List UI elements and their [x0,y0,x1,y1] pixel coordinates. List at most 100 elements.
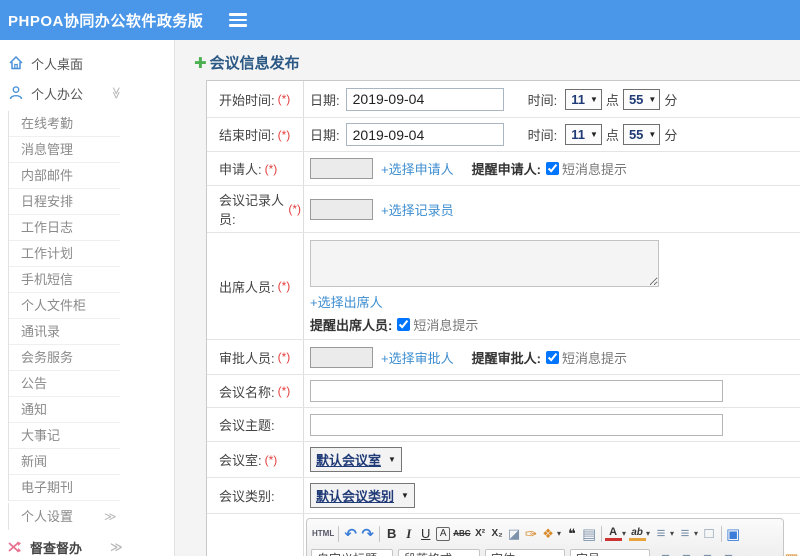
approver-sms-checkbox[interactable] [545,350,559,364]
caret-down-icon: ▼ [590,130,598,139]
date-label: 日期: [310,128,340,143]
sidebar-office-item[interactable]: 内部邮件 [9,163,120,189]
sidebar-office-item[interactable]: 电子期刊 [9,475,120,501]
align-justify-icon[interactable]: ≡ [720,549,737,556]
field-label: 出席人员: [219,279,275,295]
sidebar-office-item[interactable]: 公告 [9,371,120,397]
fullscreen-icon[interactable]: ▣ [725,524,742,544]
meeting-subject-input[interactable] [310,413,723,436]
superscript-icon[interactable]: X² [472,524,489,544]
link-icon[interactable]: ∞ [741,549,758,556]
time-label: 时间: [527,92,558,108]
start-date-input[interactable] [345,87,504,111]
form-row-meeting-subject: 会议主题: [207,408,800,442]
field-label: 会议室: [219,453,262,468]
main-content: ✚ 会议信息发布 开始时间:(*) 日期: 时间: 11▼ 点 55▼ 分 结束… [176,40,800,556]
required-mark: (*) [277,127,291,142]
page-title: ✚ 会议信息发布 [194,52,800,73]
caret-down-icon[interactable]: ▾ [620,524,629,544]
sidebar-item-label: 个人设置 [21,509,74,524]
font-family-select[interactable]: 字体▾ [485,548,565,556]
required-mark: (*) [264,452,278,467]
sidebar-office-item[interactable]: 通知 [9,397,120,423]
chevron-right-icon: ≫ [104,509,117,523]
toolbar-separator [720,525,722,542]
caret-down-icon[interactable]: ▾ [555,524,564,544]
clean-format-brush-icon[interactable]: ✑ [523,524,540,544]
caret-down-icon[interactable]: ▾ [692,524,701,544]
meeting-category-select[interactable]: 默认会议类别 ▼ [310,483,415,508]
align-left-icon[interactable]: ≡ [657,549,674,556]
sidebar-office-item[interactable]: 个人文件柜 [9,293,120,319]
unlink-icon[interactable]: ∞ [762,549,779,556]
strikethrough-icon[interactable]: ABC [452,524,471,544]
blockquote-icon[interactable]: ❝ [564,524,581,544]
sidebar-item-personal-settings[interactable]: 个人设置 ≫ [9,503,120,530]
sidebar-office-item[interactable]: 工作日志 [9,215,120,241]
sidebar-office-item[interactable]: 日程安排 [9,189,120,215]
select-attendees-link[interactable]: +选择出席人 [310,295,383,310]
new-page-icon[interactable]: □ [701,524,718,544]
form-row-recorder: 会议记录人员: (*) +选择记录员 [207,186,800,233]
start-hour-select[interactable]: 11 ▼ [565,88,602,110]
font-size-select[interactable]: 字号▾ [570,548,650,556]
subscript-icon[interactable]: X₂ [489,524,506,544]
sidebar-item-personal-desktop[interactable]: 个人桌面 [0,48,174,78]
sidebar-office-item[interactable]: 在线考勤 [9,111,120,137]
italic-icon[interactable]: I [400,524,417,544]
select-recorder-link[interactable]: +选择记录员 [381,200,454,219]
end-date-input[interactable] [345,123,504,146]
image-icon[interactable]: ▦ [783,549,800,556]
shuffle-icon [8,541,21,553]
attendees-textarea[interactable] [310,240,659,287]
minute-unit-label: 分 [664,92,678,108]
html-source-button[interactable]: HTML [311,524,335,544]
eraser-icon[interactable]: ◪ [506,524,523,544]
meeting-name-input[interactable] [310,380,723,402]
field-label: 会议主题: [219,418,275,433]
align-center-icon[interactable]: ≡ [678,549,695,556]
sidebar-office-item[interactable]: 新闻 [9,449,120,475]
sidebar-office-item[interactable]: 大事记 [9,423,120,449]
sidebar-office-item[interactable]: 消息管理 [9,137,120,163]
end-hour-select[interactable]: 11 ▼ [565,124,602,145]
sidebar-item-supervision[interactable]: 督查督办 ≫ [0,532,174,556]
select-applicant-link[interactable]: +选择申请人 [381,159,454,178]
undo-icon[interactable]: ↶ [342,524,359,544]
sidebar-item-personal-office[interactable]: 个人办公 ≫ [0,78,174,108]
editor-toolbar: HTML↶↷BIUAABCX²X₂◪✑❖▾❝▤A▾ab▾≡▾≡▾□▣ 自定义标题… [307,519,799,556]
form-row-meeting-category: 会议类别: 默认会议类别 ▼ [207,478,800,514]
form-row-applicant: 申请人: (*) +选择申请人 提醒申请人: 短消息提示 [207,152,800,186]
caret-down-icon[interactable]: ▾ [644,524,653,544]
sidebar-office-item[interactable]: 会务服务 [9,345,120,371]
start-minute-select[interactable]: 55 ▼ [622,88,661,110]
time-label: 时间: [527,128,558,143]
chevron-right-icon: ≫ [110,540,123,554]
paste-icon[interactable]: ▤ [581,524,598,544]
caret-down-icon[interactable]: ▾ [668,524,677,544]
sidebar-office-item[interactable]: 工作计划 [9,241,120,267]
heading-style-select[interactable]: 自定义标题▾ [311,548,393,556]
caret-down-icon: ▼ [648,130,657,139]
field-label: 开始时间: [219,92,275,108]
align-right-icon[interactable]: ≡ [699,549,716,556]
required-mark: (*) [277,350,291,364]
applicant-input[interactable] [310,158,373,179]
sidebar-office-item[interactable]: 手机短信 [9,267,120,293]
underline-icon[interactable]: U [417,524,434,544]
attendees-sms-checkbox[interactable] [397,318,411,331]
recorder-input[interactable] [310,198,373,220]
applicant-sms-checkbox[interactable] [545,162,559,175]
sms-hint-label: 短消息提示 [561,350,627,366]
bold-icon[interactable]: B [383,524,400,544]
select-approver-link[interactable]: +选择审批人 [381,348,454,367]
end-minute-select[interactable]: 55 ▼ [622,124,661,145]
paragraph-format-select[interactable]: 段落格式▾ [398,548,480,556]
meeting-room-select[interactable]: 默认会议室 ▼ [310,447,402,472]
font-border-icon[interactable]: A [436,526,451,541]
redo-icon[interactable]: ↷ [359,524,376,544]
toolbar-separator [600,525,602,542]
sidebar-office-item[interactable]: 通讯录 [9,319,120,345]
menu-toggle-button[interactable] [229,13,248,27]
approver-input[interactable] [310,346,373,368]
